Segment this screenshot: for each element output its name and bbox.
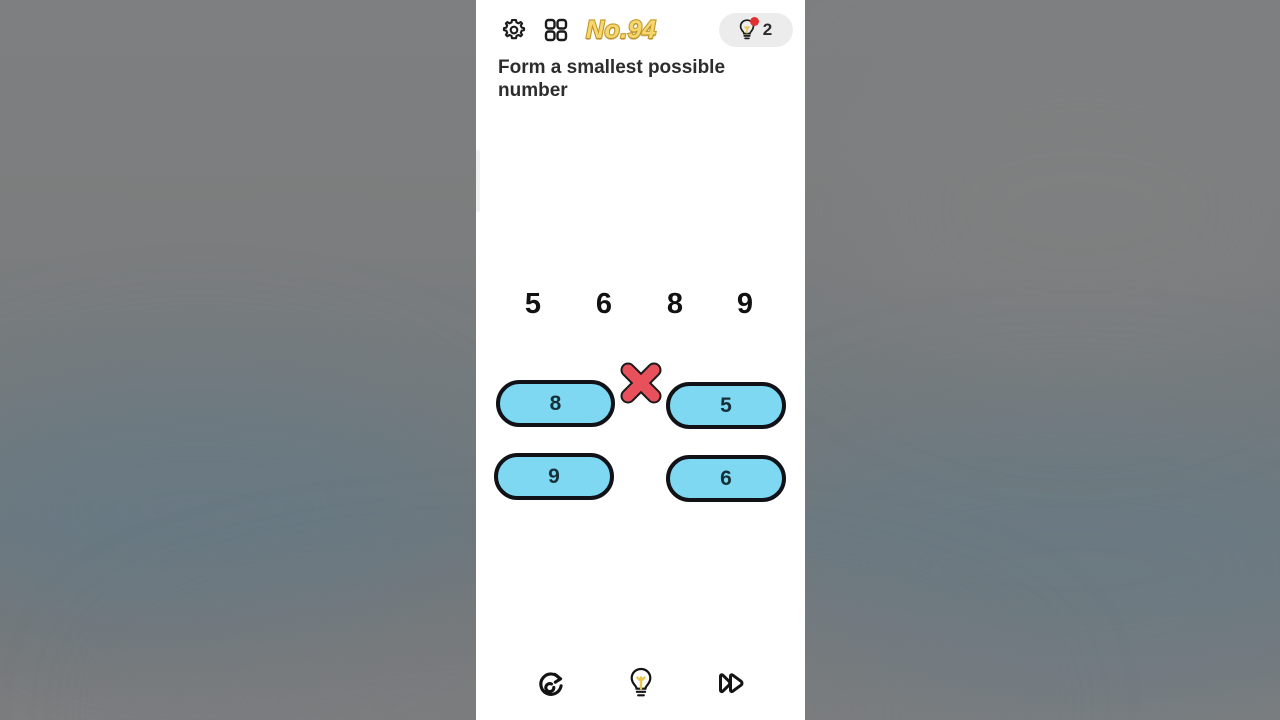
level-number-label: No.94 xyxy=(585,14,657,44)
target-digit: 8 xyxy=(666,288,684,320)
skip-icon xyxy=(718,673,743,694)
target-digit-row: 5 6 8 9 xyxy=(476,288,805,330)
levels-button[interactable] xyxy=(538,12,574,48)
number-pill-area: 8 5 9 6 xyxy=(476,362,805,520)
game-panel: No.94 2 Form a smallest possible number … xyxy=(476,0,805,720)
target-digit: 9 xyxy=(736,288,754,320)
hint-bulb-icon xyxy=(630,667,651,697)
settings-button[interactable] xyxy=(496,12,532,48)
top-bar: No.94 2 xyxy=(476,0,805,60)
panel-scrollbar[interactable] xyxy=(476,150,480,212)
hint-count-badge[interactable]: 2 xyxy=(719,13,793,47)
hint-bulb-wrapper xyxy=(736,17,759,42)
target-digit: 5 xyxy=(524,288,542,320)
bottom-toolbar xyxy=(476,648,805,720)
restart-button[interactable] xyxy=(529,662,573,706)
hint-count-label: 2 xyxy=(762,20,773,39)
target-digit: 6 xyxy=(595,288,613,320)
restart-icon xyxy=(538,672,563,696)
background-blur-blob xyxy=(840,40,1280,380)
number-pill[interactable]: 5 xyxy=(666,382,786,429)
hint-button[interactable] xyxy=(619,662,663,706)
number-pill[interactable]: 9 xyxy=(494,453,614,500)
number-pill[interactable]: 8 xyxy=(496,380,615,427)
grid-levels-icon xyxy=(544,18,568,42)
screen-root: No.94 2 Form a smallest possible number … xyxy=(0,0,1280,720)
number-pill[interactable]: 6 xyxy=(666,455,786,502)
background-blur-blob xyxy=(760,420,1280,720)
question-text: Form a smallest possible number xyxy=(498,57,726,101)
skip-button[interactable] xyxy=(709,662,753,706)
gear-icon xyxy=(502,19,526,40)
hint-notification-dot xyxy=(749,17,759,26)
red-cross-icon xyxy=(620,362,662,404)
background-blur-blob xyxy=(0,380,460,640)
